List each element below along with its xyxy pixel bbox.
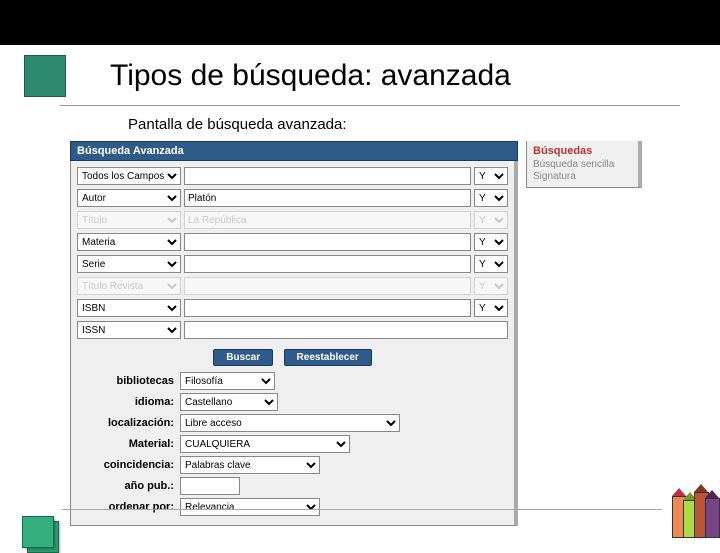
search-row: Materia Y xyxy=(77,233,508,251)
filter-idioma[interactable]: Castellano xyxy=(180,393,278,411)
bool-select[interactable]: Y xyxy=(474,277,508,295)
field-select[interactable]: ISBN xyxy=(77,299,181,317)
value-input[interactable] xyxy=(184,233,471,251)
side-link-signatura[interactable]: Signatura xyxy=(533,171,632,182)
filter-localizacion[interactable]: Libre acceso xyxy=(180,414,400,432)
title-area: Tipos de búsqueda: avanzada Pantalla de … xyxy=(0,45,720,133)
value-input[interactable] xyxy=(184,321,508,339)
field-select[interactable]: Autor xyxy=(77,189,181,207)
page-title: Tipos de búsqueda: avanzada xyxy=(110,59,511,93)
filter-ordenar[interactable]: Relevancia xyxy=(180,498,320,516)
bool-select[interactable]: Y xyxy=(474,233,508,251)
bool-select[interactable]: Y xyxy=(474,255,508,273)
field-select[interactable]: Todos los Campos xyxy=(77,167,181,185)
bottom-rule xyxy=(62,509,662,510)
field-select[interactable]: ISSN xyxy=(77,321,181,339)
bool-select[interactable]: Y xyxy=(474,167,508,185)
filter-material[interactable]: CUALQUIERA xyxy=(180,435,350,453)
bool-select[interactable]: Y xyxy=(474,299,508,317)
side-link-sencilla[interactable]: Búsqueda sencilla xyxy=(533,159,632,170)
advanced-search-panel: Búsqueda Avanzada Todos los CamposYAutor… xyxy=(70,141,518,526)
filter-label-localizacion: localización: xyxy=(77,417,180,429)
title-square-icon xyxy=(24,55,66,97)
filter-bibliotecas[interactable]: Filosofía xyxy=(180,372,275,390)
side-panel: Búsquedas Búsqueda sencilla Signatura xyxy=(526,141,642,188)
bool-select[interactable]: Y xyxy=(474,189,508,207)
filter-label-ano-pub: año pub.: xyxy=(77,480,180,492)
filter-ano-pub[interactable] xyxy=(180,477,240,495)
reset-button[interactable]: Reestablecer xyxy=(284,349,372,366)
filter-coincidencia[interactable]: Palabras clave xyxy=(180,456,320,474)
bool-select[interactable]: Y xyxy=(474,211,508,229)
search-row: ISBN Y xyxy=(77,299,508,317)
search-row: Título Revista Y xyxy=(77,277,508,295)
value-input[interactable] xyxy=(184,189,471,207)
value-input[interactable] xyxy=(184,277,471,295)
markers-icon xyxy=(674,484,718,538)
search-row: Todos los Campos Y xyxy=(77,167,508,185)
filter-label-material: Material: xyxy=(77,438,180,450)
search-row: Título Y xyxy=(77,211,508,229)
value-input[interactable] xyxy=(184,299,471,317)
panel-header: Búsqueda Avanzada xyxy=(70,141,518,161)
search-button[interactable]: Buscar xyxy=(213,349,273,366)
top-bar xyxy=(0,0,720,45)
field-select[interactable]: Título Revista xyxy=(77,277,181,295)
field-select[interactable]: Serie xyxy=(77,255,181,273)
subtitle: Pantalla de búsqueda avanzada: xyxy=(0,116,720,133)
filter-label-ordenar: ordenar por: xyxy=(77,501,180,513)
value-input[interactable] xyxy=(184,211,471,229)
title-rule xyxy=(60,105,680,106)
filter-label-bibliotecas: bibliotecas xyxy=(77,375,180,387)
search-row: ISSN xyxy=(77,321,508,339)
field-select[interactable]: Materia xyxy=(77,233,181,251)
search-row: Serie Y xyxy=(77,255,508,273)
value-input[interactable] xyxy=(184,167,471,185)
value-input[interactable] xyxy=(184,255,471,273)
field-select[interactable]: Título xyxy=(77,211,181,229)
side-title: Búsquedas xyxy=(533,145,632,157)
search-row: Autor Y xyxy=(77,189,508,207)
filter-label-coincidencia: coincidencia: xyxy=(77,459,180,471)
filter-label-idioma: idioma: xyxy=(77,396,180,408)
